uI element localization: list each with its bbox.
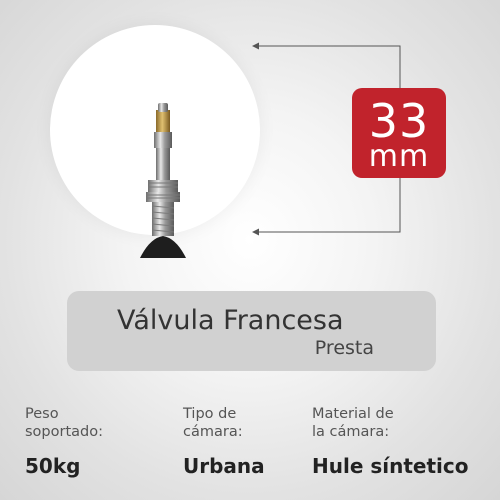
spec-value: Urbana (183, 454, 265, 478)
spec-value: 50kg (25, 454, 81, 478)
spec-material: Material de la cámara: Hule síntetico (312, 405, 469, 478)
spec-label-line1: Material de (312, 406, 394, 422)
spec-label-line1: Peso (25, 406, 59, 422)
product-title: Válvula Francesa (117, 305, 344, 336)
product-subtitle: Presta (314, 337, 374, 359)
size-badge: 33 mm (352, 88, 446, 178)
spec-label-line2: soportado: (25, 424, 103, 440)
size-value: 33 (368, 94, 430, 148)
spec-label-line2: cámara: (183, 424, 243, 440)
size-unit: mm (368, 139, 430, 174)
spec-tube-type: Tipo de cámara: Urbana (183, 405, 265, 478)
title-panel: Válvula Francesa Presta (67, 291, 436, 371)
spec-weight: Peso soportado: 50kg (25, 405, 103, 478)
spec-label-line2: la cámara: (312, 424, 390, 440)
spec-value: Hule síntetico (312, 454, 469, 478)
spec-label-line1: Tipo de (183, 406, 237, 422)
